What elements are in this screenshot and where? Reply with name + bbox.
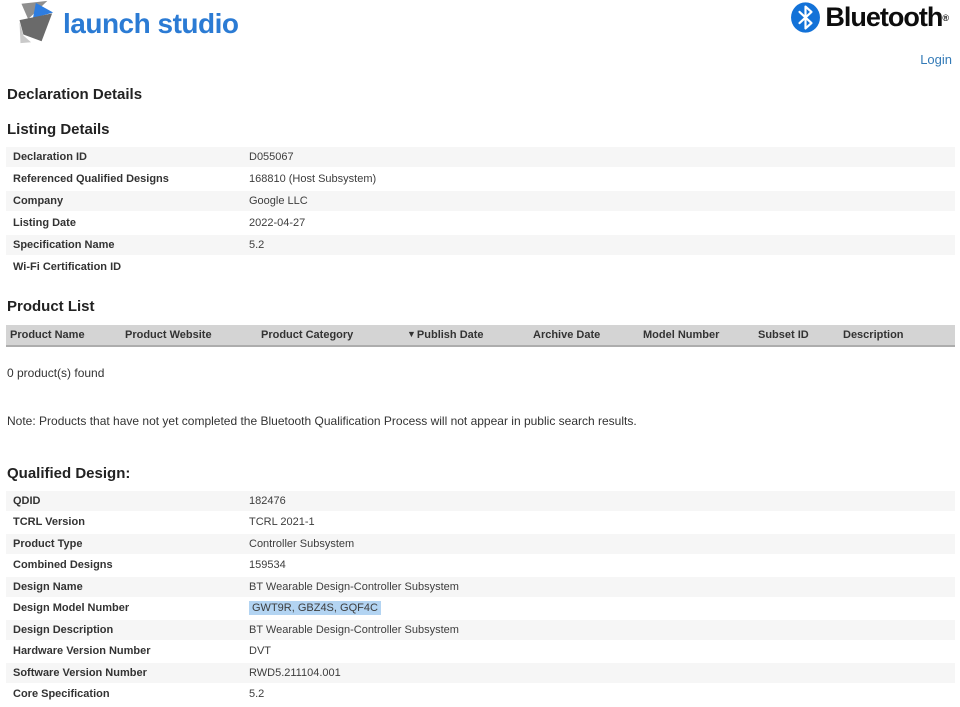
table-row: Product Type Controller Subsystem: [6, 534, 955, 554]
row-label: Core Specification: [13, 688, 110, 701]
qualification-note: Note: Products that have not yet complet…: [7, 414, 637, 428]
sort-descending-icon: ▼: [407, 329, 416, 339]
row-label: Product Type: [13, 537, 83, 550]
declaration-details-page: launch studio Bluetooth® Login Declarati…: [0, 0, 960, 707]
bluetooth-wordmark: Bluetooth®: [825, 2, 949, 32]
login-link[interactable]: Login: [920, 52, 952, 67]
table-row: Company Google LLC: [6, 191, 955, 211]
bluetooth-logo[interactable]: Bluetooth®: [790, 2, 949, 38]
table-row: Wi-Fi Certification ID: [6, 257, 955, 277]
page-title: Declaration Details: [7, 86, 143, 103]
row-label: Design Model Number: [13, 602, 130, 615]
table-row: Declaration ID D055067: [6, 147, 955, 167]
row-label: Company: [13, 195, 64, 207]
row-value: 2022-04-27: [249, 217, 306, 229]
row-label: Combined Designs: [13, 559, 113, 572]
row-label: Software Version Number: [13, 666, 147, 679]
table-row: Design Description BT Wearable Design-Co…: [6, 620, 955, 640]
column-header-product-category[interactable]: Product Category: [261, 329, 407, 341]
listing-details-table: Declaration ID D055067 Referenced Qualif…: [6, 147, 955, 279]
table-row: Specification Name 5.2: [6, 235, 955, 255]
launch-studio-icon: [8, 0, 56, 46]
table-row: QDID 182476: [6, 491, 955, 511]
bluetooth-icon: [790, 2, 821, 38]
table-row: Combined Designs 159534: [6, 555, 955, 575]
product-table-header: Product Name Product Website Product Cat…: [6, 325, 955, 347]
row-value: DVT: [249, 645, 271, 658]
selected-text-highlight: GWT9R, GBZ4S, GQF4C: [249, 601, 381, 616]
column-header-product-name[interactable]: Product Name: [6, 329, 125, 341]
row-value: TCRL 2021-1: [249, 516, 315, 529]
launch-studio-logo[interactable]: launch studio: [8, 0, 239, 46]
row-label: Declaration ID: [13, 151, 87, 163]
row-label: Hardware Version Number: [13, 645, 151, 658]
table-row: Design Name BT Wearable Design-Controlle…: [6, 577, 955, 597]
registered-trademark: ®: [942, 13, 949, 23]
row-label: Wi-Fi Certification ID: [13, 261, 122, 273]
table-row: TCRL Version TCRL 2021-1: [6, 512, 955, 532]
row-label: Design Name: [13, 580, 83, 593]
row-value: 168810 (Host Subsystem): [249, 173, 377, 185]
row-value: BT Wearable Design-Controller Subsystem: [249, 623, 459, 636]
table-row: Hardware Version Number DVT: [6, 641, 955, 661]
row-label: Referenced Qualified Designs: [13, 173, 169, 185]
column-header-model-number[interactable]: Model Number: [643, 329, 758, 341]
table-row: Design Model Number GWT9R, GBZ4S, GQF4C: [6, 598, 955, 618]
row-label: QDID: [13, 494, 41, 507]
row-value: 159534: [249, 559, 286, 572]
row-value: BT Wearable Design-Controller Subsystem: [249, 580, 459, 593]
column-header-product-website[interactable]: Product Website: [125, 329, 261, 341]
row-label: Listing Date: [13, 217, 76, 229]
row-label: Design Description: [13, 623, 114, 636]
row-label: Specification Name: [13, 239, 115, 251]
row-value: D055067: [249, 151, 294, 163]
row-value: 5.2: [249, 239, 265, 251]
column-header-description[interactable]: Description: [843, 329, 955, 341]
row-value: 182476: [249, 494, 286, 507]
qualified-design-heading: Qualified Design:: [7, 465, 131, 482]
table-row: Core Specification 5.2: [6, 684, 955, 704]
table-row: Listing Date 2022-04-27: [6, 213, 955, 233]
table-row: Software Version Number RWD5.211104.001: [6, 663, 955, 683]
listing-details-heading: Listing Details: [7, 121, 110, 138]
result-count: 0 product(s) found: [7, 366, 105, 380]
row-value: RWD5.211104.001: [249, 666, 341, 679]
row-value: Google LLC: [249, 195, 308, 207]
column-header-archive-date[interactable]: Archive Date: [533, 329, 643, 341]
product-list-heading: Product List: [7, 298, 95, 315]
row-value: Controller Subsystem: [249, 537, 355, 550]
row-label: TCRL Version: [13, 516, 85, 529]
row-value: GWT9R, GBZ4S, GQF4C: [249, 601, 955, 616]
table-row: Referenced Qualified Designs 168810 (Hos…: [6, 169, 955, 189]
row-value: 5.2: [249, 688, 265, 701]
launch-studio-wordmark: launch studio: [63, 8, 239, 39]
column-header-publish-date[interactable]: ▼Publish Date: [407, 329, 533, 341]
column-header-subset-id[interactable]: Subset ID: [758, 329, 843, 341]
qualified-design-table: QDID 182476 TCRL Version TCRL 2021-1 Pro…: [6, 491, 955, 706]
